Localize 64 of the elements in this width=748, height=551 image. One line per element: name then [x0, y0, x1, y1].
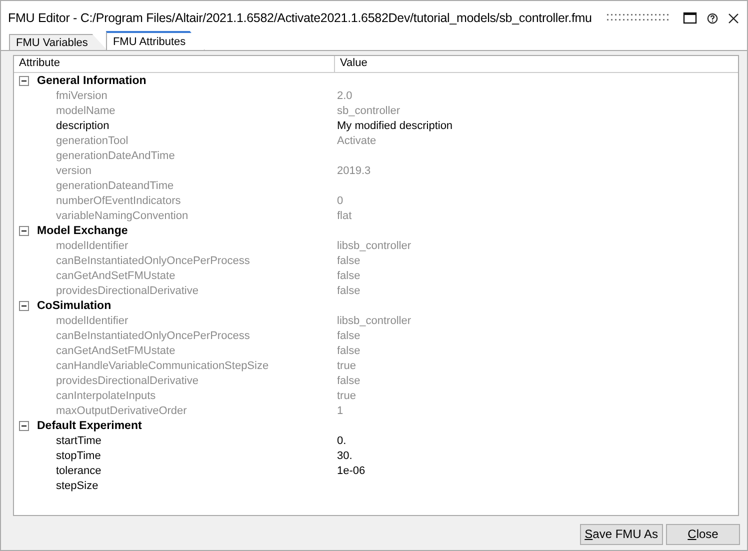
tab[interactable]: FMU Variables: [9, 34, 107, 50]
column-header[interactable]: Value: [335, 56, 738, 72]
window-title: FMU Editor - C:/Program Files/Altair/2021.1.6582/Activate2021.1.6582Dev/tutorial_models/sb_controller.fmu: [8, 11, 593, 25]
attribute-value: 0: [337, 194, 344, 206]
attribute-value[interactable]: My modified description: [337, 120, 453, 132]
column-header[interactable]: Attribute: [14, 56, 335, 72]
attribute-name: description: [56, 120, 110, 132]
group-title: CoSimulation: [37, 300, 112, 312]
attribute-value: sb_controller: [337, 104, 400, 116]
attribute-name: maxOutputDerivativeOrder: [56, 404, 187, 416]
attribute-name: providesDirectionalDerivative: [56, 374, 198, 386]
attribute-name: stepSize: [56, 480, 98, 492]
collapse-icon[interactable]: [19, 420, 29, 430]
collapse-icon[interactable]: [19, 300, 29, 310]
help-icon[interactable]: [707, 12, 718, 24]
tab[interactable]: FMU Attributes: [106, 31, 205, 50]
attribute-name: modelIdentifier: [56, 314, 128, 326]
attribute-name: providesDirectionalDerivative: [56, 284, 198, 296]
attribute-name: numberOfEventIndicators: [56, 194, 181, 206]
attribute-value: libsb_controller: [337, 314, 411, 326]
maximize-icon[interactable]: [683, 12, 697, 24]
grip-icon[interactable]: [607, 13, 671, 23]
attribute-name: canBeInstantiatedOnlyOncePerProcess: [56, 254, 250, 266]
attribute-name: version: [56, 164, 92, 176]
attribute-name: modelIdentifier: [56, 240, 128, 252]
collapse-icon[interactable]: [19, 76, 29, 86]
dialog-button[interactable]: Close: [666, 524, 740, 544]
attribute-name: canGetAndSetFMUstate: [56, 270, 176, 282]
attribute-name: generationDateandTime: [56, 180, 174, 192]
attribute-value[interactable]: 0.: [337, 434, 346, 446]
attribute-name: generationTool: [56, 134, 128, 146]
attribute-value: true: [337, 360, 356, 372]
dialog-button[interactable]: Save FMU As: [580, 524, 663, 544]
attribute-value[interactable]: 1e-06: [337, 464, 366, 476]
attribute-value: false: [337, 330, 360, 342]
attribute-name: variableNamingConvention: [56, 210, 188, 222]
group-title: Default Experiment: [37, 420, 142, 432]
attribute-value: libsb_controller: [337, 240, 411, 252]
attribute-value: 2019.3: [337, 164, 371, 176]
attribute-value: true: [337, 390, 356, 402]
attribute-name: generationDateAndTime: [56, 150, 175, 162]
attribute-value: Activate: [337, 134, 376, 146]
group-title: Model Exchange: [37, 224, 128, 236]
attribute-value: false: [337, 254, 360, 266]
attribute-value: 1: [337, 404, 344, 416]
attribute-value: false: [337, 284, 360, 296]
attribute-value: 2.0: [337, 90, 352, 102]
group-title: General Information: [37, 74, 146, 86]
attribute-name: fmiVersion: [56, 90, 108, 102]
attribute-name: tolerance: [56, 464, 102, 476]
attribute-name: canGetAndSetFMUstate: [56, 344, 176, 356]
attribute-name: startTime: [56, 434, 102, 446]
attribute-value: false: [337, 344, 360, 356]
attribute-value: false: [337, 270, 360, 282]
attribute-name: stopTime: [56, 450, 101, 462]
attribute-name: modelName: [56, 104, 116, 116]
attribute-name: canBeInstantiatedOnlyOncePerProcess: [56, 330, 250, 342]
attribute-value[interactable]: 30.: [337, 450, 352, 462]
attribute-name: canInterpolateInputs: [56, 390, 156, 402]
attribute-value: flat: [337, 210, 352, 222]
attribute-value: false: [337, 374, 360, 386]
close-icon[interactable]: [728, 12, 739, 24]
collapse-icon[interactable]: [19, 226, 29, 236]
attribute-name: canHandleVariableCommunicationStepSize: [56, 360, 269, 372]
